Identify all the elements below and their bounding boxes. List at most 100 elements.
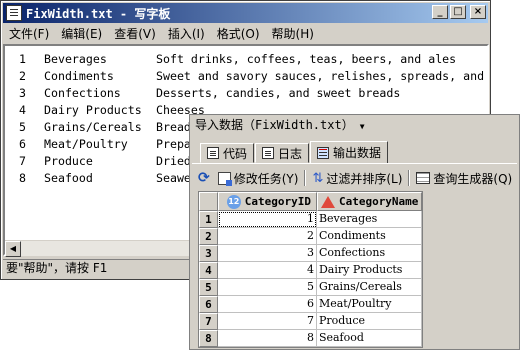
edit-task-button[interactable]: 修改任务(Y) [214,170,303,187]
output-data-icon [317,146,330,159]
line-name: Dairy Products [44,103,142,117]
text-line: 1 Beverages Soft drinks, coffees, teas, … [9,51,484,68]
cell-categoryname[interactable]: Beverages [316,211,422,228]
column-header-categoryname[interactable]: CategoryName [316,192,422,211]
table-row[interactable]: 1 1 Beverages [199,211,422,228]
table-row[interactable]: 5 5 Grains/Cereals [199,279,422,296]
line-name: Beverages [44,52,107,66]
text-column-icon [320,195,335,208]
cell-categoryname[interactable]: Confections [316,245,422,262]
maximize-button[interactable]: □ [450,5,466,19]
cell-categoryname[interactable]: Seafood [316,330,422,347]
table-row[interactable]: 8 8 Seafood [199,330,422,347]
cell-categoryid[interactable]: 8 [217,330,317,347]
tab-log-label: 日志 [278,146,303,161]
filter-icon: ⇅ [312,170,324,186]
row-number[interactable]: 1 [199,211,218,228]
line-id: 3 [19,86,26,100]
close-button[interactable]: × [470,5,486,19]
line-name: Condiments [44,69,114,83]
toolbar-separator [304,170,307,186]
line-desc: Soft drinks, coffees, teas, beers, and a… [156,52,457,66]
tab-output-data[interactable]: 输出数据 [310,141,389,163]
panel-title[interactable]: 导入数据（FixWidth.txt） ▼ [190,115,519,135]
line-desc: Bread [156,120,191,134]
scroll-left-arrow-icon[interactable]: ◀ [5,241,21,257]
cell-categoryname[interactable]: Meat/Poultry [316,296,422,313]
dropdown-arrow-icon[interactable]: ▼ [360,122,365,131]
line-desc: Seawe [156,171,191,185]
filter-sort-label: 过滤并排序(L) [326,171,403,186]
filter-sort-button[interactable]: ⇅ 过滤并排序(L) [308,170,406,187]
line-name: Grains/Cereals [44,120,142,134]
row-number[interactable]: 8 [199,330,218,347]
tab-code[interactable]: 代码 [200,143,255,163]
cell-categoryid[interactable]: 1 [217,211,317,228]
import-data-panel: 导入数据（FixWidth.txt） ▼ 代码 日志 输出数据 ⟳ 修改任务(Y)… [189,114,520,350]
row-number[interactable]: 4 [199,262,218,279]
wordpad-title: FixWidth.txt - 写字板 [26,6,171,21]
query-builder-label: 查询生成器(Q) [433,171,513,186]
line-desc: Sweet and savory sauces, relishes, sprea… [156,69,485,83]
line-name: Seafood [44,171,93,185]
cell-categoryid[interactable]: 2 [217,228,317,245]
row-number[interactable]: 3 [199,245,218,262]
menu-insert[interactable]: 插入(I) [162,25,211,42]
table-row[interactable]: 6 6 Meat/Poultry [199,296,422,313]
code-icon [207,147,219,159]
menu-file[interactable]: 文件(F) [3,25,55,42]
toolbar-separator [408,170,411,186]
output-data-grid[interactable]: 12 CategoryID CategoryName 1 1 Beverages… [198,191,423,348]
line-id: 4 [19,103,26,117]
menu-edit[interactable]: 编辑(E) [55,25,108,42]
query-builder-icon [416,172,431,184]
text-line: 3 Confections Desserts, candies, and swe… [9,85,484,102]
edit-task-icon [217,171,232,186]
cell-categoryname[interactable]: Produce [316,313,422,330]
menu-help[interactable]: 帮助(H) [266,25,320,42]
output-toolbar: ⟳ 修改任务(Y) ⇅ 过滤并排序(L) 查询生成器(Q) [194,167,516,189]
refresh-icon: ⟳ [198,170,210,186]
cell-categoryname[interactable]: Grains/Cereals [316,279,422,296]
table-row[interactable]: 2 2 Condiments [199,228,422,245]
tab-divider [192,163,517,164]
column-header-categoryid[interactable]: 12 CategoryID [217,192,317,211]
caption-buttons: _ □ × [430,5,486,19]
table-row[interactable]: 7 7 Produce [199,313,422,330]
wordpad-title-bar[interactable]: FixWidth.txt - 写字板 _ □ × [3,3,488,23]
tab-code-label: 代码 [223,146,248,161]
query-builder-button[interactable]: 查询生成器(Q) [412,170,516,187]
wordpad-menu-bar: 文件(F) 编辑(E) 查看(V) 插入(I) 格式(O) 帮助(H) [3,24,488,42]
row-number[interactable]: 2 [199,228,218,245]
numeric-column-icon: 12 [226,194,241,209]
cell-categoryid[interactable]: 5 [217,279,317,296]
panel-tabs: 代码 日志 输出数据 [200,141,389,163]
cell-categoryname[interactable]: Condiments [316,228,422,245]
refresh-button[interactable]: ⟳ [194,170,214,186]
cell-categoryid[interactable]: 4 [217,262,317,279]
cell-categoryname[interactable]: Dairy Products [316,262,422,279]
minimize-button[interactable]: _ [432,5,448,19]
column-header-label: CategoryID [244,195,312,208]
row-number[interactable]: 5 [199,279,218,296]
line-name: Produce [44,154,93,168]
cell-categoryid[interactable]: 7 [217,313,317,330]
row-number[interactable]: 6 [199,296,218,313]
cell-categoryid[interactable]: 3 [217,245,317,262]
tab-log[interactable]: 日志 [255,143,310,163]
table-row[interactable]: 3 3 Confections [199,245,422,262]
line-id: 5 [19,120,26,134]
menu-view[interactable]: 查看(V) [108,25,162,42]
line-desc: Dried [156,154,191,168]
grid-corner[interactable] [199,192,218,211]
wordpad-app-icon[interactable] [6,5,22,21]
cell-categoryid[interactable]: 6 [217,296,317,313]
log-icon [262,147,275,159]
grid-header: 12 CategoryID CategoryName [199,192,422,211]
edit-task-label: 修改任务(Y) [233,171,299,186]
table-row[interactable]: 4 4 Dairy Products [199,262,422,279]
menu-format[interactable]: 格式(O) [211,25,266,42]
line-id: 2 [19,69,26,83]
row-number[interactable]: 7 [199,313,218,330]
line-id: 6 [19,137,26,151]
